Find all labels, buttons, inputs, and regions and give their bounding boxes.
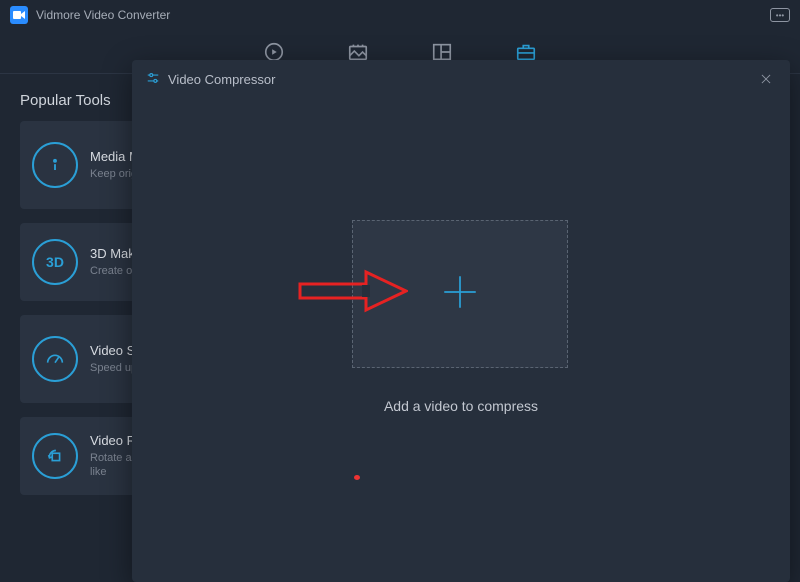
video-compressor-modal: Video Compressor Add a video to compress [132,60,790,582]
modal-header: Video Compressor [132,60,790,98]
annotation-dot-icon [354,475,360,480]
gauge-icon [32,336,78,382]
title-bar: Vidmore Video Converter ••• [0,0,800,30]
plus-icon [439,271,481,318]
add-video-dropzone[interactable] [352,220,568,368]
rotate-icon [32,433,78,479]
modal-title: Video Compressor [168,72,275,87]
threed-icon: 3D [32,239,78,285]
app-title: Vidmore Video Converter [36,8,170,22]
dropzone-label: Add a video to compress [132,398,790,414]
info-icon [32,142,78,188]
filter-slider-icon [146,71,160,88]
app-logo-icon [10,6,28,24]
close-button[interactable] [756,69,776,89]
feedback-icon[interactable]: ••• [770,8,790,22]
